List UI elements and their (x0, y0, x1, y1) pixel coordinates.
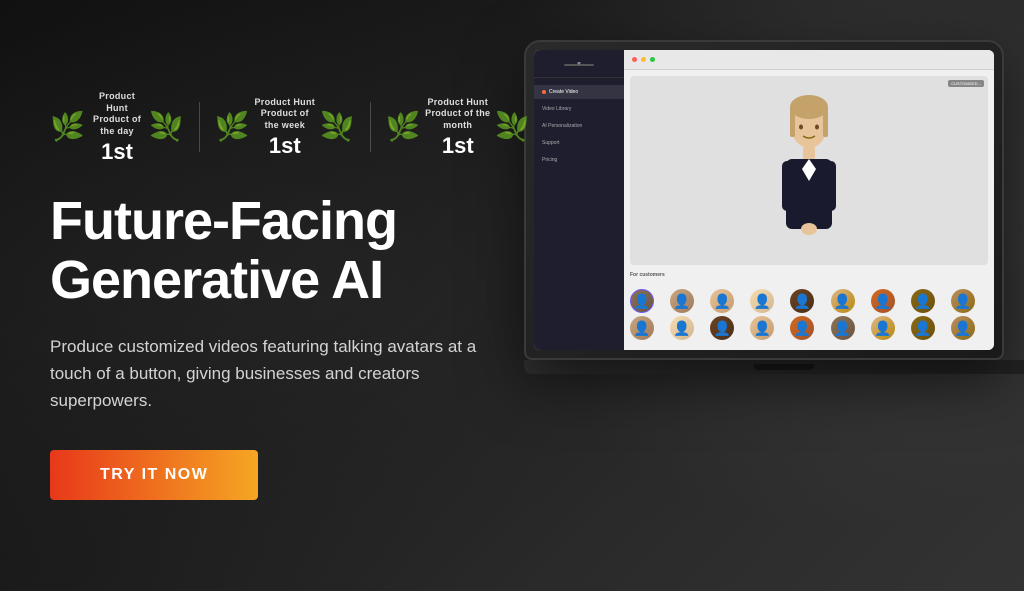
laurel-left-2-icon: 🌿 (215, 113, 250, 141)
award-badge-week: 🌿 Product Hunt Product of the week 1st 🌿 (215, 97, 355, 158)
avatar-thumb-13[interactable]: 👤 (750, 316, 774, 340)
avatar-thumb-1[interactable]: 👤 (630, 289, 654, 313)
face-7: 👤 (871, 289, 895, 313)
award-rank-month: 1st (442, 134, 474, 158)
face-4: 👤 (750, 289, 774, 313)
award-divider-1 (199, 102, 200, 152)
avatar-svg (774, 91, 844, 251)
award-title-month: Product Hunt (427, 97, 488, 109)
face-1: 👤 (631, 290, 653, 312)
avatar-thumb-14[interactable]: 👤 (790, 316, 814, 340)
toolbar-min-dot (641, 57, 646, 62)
heading-line1: Future-Facing (50, 191, 397, 251)
award-subtitle-week: Product of the week (254, 108, 316, 131)
award-laurel-day: 🌿 Product Hunt Product of the day 1st 🌿 (50, 91, 184, 164)
award-text-week: Product Hunt Product of the week 1st (254, 97, 316, 158)
laptop-screen: Create Video Video Library AI Personaliz… (534, 50, 994, 350)
laurel-right-3-icon: 🌿 (495, 113, 530, 141)
avatar-thumb-3[interactable]: 👤 (710, 289, 734, 313)
laurel-right-2-icon: 🌿 (320, 113, 355, 141)
avatar-thumb-7[interactable]: 👤 (871, 289, 895, 313)
award-text-day: Product Hunt Product of the day 1st (89, 91, 145, 164)
avatar-thumb-11[interactable]: 👤 (670, 316, 694, 340)
face-10: 👤 (630, 316, 654, 340)
award-rank-week: 1st (269, 134, 301, 158)
award-subtitle-month: Product of the month (424, 108, 491, 131)
avatar-thumb-16[interactable]: 👤 (871, 316, 895, 340)
award-rank-day: 1st (101, 140, 133, 164)
award-badge-day: 🌿 Product Hunt Product of the day 1st 🌿 (50, 91, 184, 164)
app-content-area: CUSTOMIZED... (624, 70, 994, 350)
award-title-day: Product Hunt (89, 91, 145, 114)
laurel-left-icon: 🌿 (50, 113, 85, 141)
device-mockup: Create Video Video Library AI Personaliz… (524, 40, 1024, 560)
face-9: 👤 (951, 289, 975, 313)
avatar-thumb-5[interactable]: 👤 (790, 289, 814, 313)
avatar-thumb-17[interactable]: 👤 (911, 316, 935, 340)
face-5: 👤 (790, 289, 814, 313)
avatar-preview: CUSTOMIZED... (630, 76, 988, 265)
preview-label: CUSTOMIZED... (948, 80, 984, 87)
app-main: CUSTOMIZED... (624, 50, 994, 350)
laptop-base (524, 360, 1024, 374)
award-divider-2 (370, 102, 371, 152)
cta-button[interactable]: TRY IT NOW (50, 450, 258, 500)
award-subtitle-day: Product of the day (89, 114, 145, 137)
avatar-thumb-18[interactable]: 👤 (951, 316, 975, 340)
award-badge-month: 🌿 Product Hunt Product of the month 1st … (385, 97, 530, 158)
avatar-thumb-12[interactable]: 👤 (710, 316, 734, 340)
laurel-left-3-icon: 🌿 (385, 113, 420, 141)
avatar-thumb-6[interactable]: 👤 (831, 289, 855, 313)
face-16: 👤 (871, 316, 895, 340)
laptop-frame: Create Video Video Library AI Personaliz… (524, 40, 1004, 360)
avatar-thumb-4[interactable]: 👤 (750, 289, 774, 313)
face-15: 👤 (831, 316, 855, 340)
hero-section: 🌿 Product Hunt Product of the day 1st 🌿 … (0, 0, 1024, 591)
avatar-thumb-8[interactable]: 👤 (911, 289, 935, 313)
award-title-week: Product Hunt (254, 97, 315, 109)
avatar-thumb-15[interactable]: 👤 (831, 316, 855, 340)
award-text-month: Product Hunt Product of the month 1st (424, 97, 491, 158)
heading-line2: Generative AI (50, 250, 383, 310)
award-laurel-month: 🌿 Product Hunt Product of the month 1st … (385, 97, 530, 158)
face-6: 👤 (831, 289, 855, 313)
avatar-thumb-9[interactable]: 👤 (951, 289, 975, 313)
avatar-grid: 👤 👤 👤 👤 👤 (630, 285, 988, 344)
avatar-thumb-2[interactable]: 👤 (670, 289, 694, 313)
face-18: 👤 (951, 316, 975, 340)
face-14: 👤 (790, 316, 814, 340)
toolbar-close-dot (632, 57, 637, 62)
content-left: 🌿 Product Hunt Product of the day 1st 🌿 … (0, 61, 580, 530)
face-13: 👤 (750, 316, 774, 340)
face-3: 👤 (710, 289, 734, 313)
hero-heading: Future-Facing Generative AI (50, 192, 530, 311)
toolbar-max-dot (650, 57, 655, 62)
awards-row: 🌿 Product Hunt Product of the day 1st 🌿 … (50, 91, 530, 164)
face-11: 👤 (670, 316, 694, 340)
section-label: For customers (630, 270, 988, 280)
face-2: 👤 (670, 289, 694, 313)
face-12: 👤 (710, 316, 734, 340)
face-8: 👤 (911, 289, 935, 313)
avatar-thumb-10[interactable]: 👤 (630, 316, 654, 340)
award-laurel-week: 🌿 Product Hunt Product of the week 1st 🌿 (215, 97, 355, 158)
face-17: 👤 (911, 316, 935, 340)
hero-subtitle: Produce customized videos featuring talk… (50, 333, 480, 415)
laptop-notch (754, 364, 814, 370)
app-toolbar (624, 50, 994, 70)
laurel-right-icon: 🌿 (149, 113, 184, 141)
